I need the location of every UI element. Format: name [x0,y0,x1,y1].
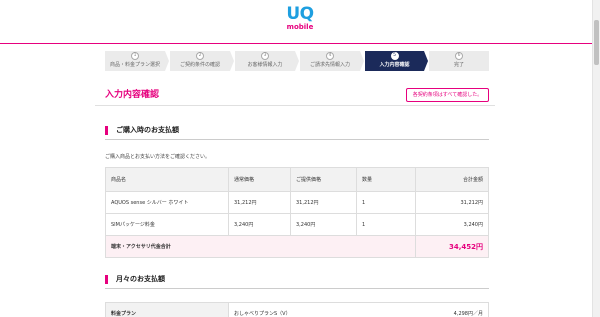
logo-uq-text: UQ [286,4,314,24]
step-label: お客様情報入力 [247,62,283,68]
step-number: 5 [390,52,399,60]
purchase-table: 商品名 通常価格 ご提供価格 数量 合計金額 AQUOS sense シルバー … [105,167,489,258]
column-header: ご提供価格 [290,167,357,192]
monthly-table: 料金プラン おしゃべりプランS（V） 4,298円／月 [105,302,489,317]
table-header-row: 商品名 通常価格 ご提供価格 数量 合計金額 [105,167,489,192]
step-number: 6 [455,52,463,60]
quantity: 1 [356,213,416,236]
step-2: 2 ご契約条件の確認 [170,51,230,71]
divider [95,105,495,106]
plan-label: 料金プラン [105,302,229,317]
total-label: 端末・アクセサリ代金合計 [105,235,416,258]
plan-name: おしゃべりプランS（V） [227,302,392,317]
page-title: 入力内容確認 [105,90,160,100]
step-label: ご請求先情報入力 [309,62,350,68]
product-name: AQUOS sense シルバー ホワイト [105,191,229,214]
step-arrow [295,51,299,71]
table-row: AQUOS sense シルバー ホワイト 31,212円 31,212円 1 … [105,191,489,214]
step-arrow [424,51,428,71]
row-total: 31,212円 [415,191,489,214]
step-4: 4 ご請求先情報入力 [300,51,360,71]
step-arrow [360,51,364,71]
regular-price: 31,212円 [228,191,291,214]
terms-confirmed-button[interactable]: 各契約条項はすべて確認した。 [406,88,489,102]
divider [105,139,489,140]
step-number: 2 [196,52,204,60]
vertical-scrollbar[interactable] [592,0,600,317]
step-label: 完了 [453,62,464,68]
divider [105,288,489,289]
step-number: 3 [261,52,269,60]
column-header: 商品名 [105,167,229,192]
table-row: 料金プラン おしゃべりプランS（V） 4,298円／月 [105,302,489,317]
purchase-section-title: ご購入時のお支払額 [105,126,179,135]
step-number: 4 [326,52,334,60]
column-header: 通常価格 [228,167,291,192]
step-6: 6 完了 [429,51,489,71]
plan-amount: 4,298円／月 [391,302,489,317]
column-header: 合計金額 [415,167,489,192]
progress-steps: 1 商品・料金プラン選択 2 ご契約条件の確認 3 お客様情報入力 4 ご請求先… [105,51,489,71]
purchase-note: ご購入商品とお支払い方法をご確認ください。 [105,154,211,160]
product-name: SIMパッケージ料金 [105,213,229,236]
step-3: 3 お客様情報入力 [235,51,295,71]
regular-price: 3,240円 [228,213,291,236]
total-row: 端末・アクセサリ代金合計 34,452円 [105,235,489,258]
total-amount: 34,452円 [415,235,489,258]
step-5-current: 5 入力内容確認 [365,51,424,71]
uq-mobile-logo[interactable]: UQ mobile [283,6,317,32]
step-arrow [230,51,234,71]
logo-mobile-text: mobile [286,23,314,31]
step-label: 商品・料金プラン選択 [109,62,160,68]
site-header: UQ mobile [0,0,600,44]
monthly-section-title: 月々のお支払額 [105,275,165,284]
offer-price: 31,212円 [290,191,357,214]
column-header: 数量 [356,167,416,192]
row-total: 3,240円 [415,213,489,236]
table-row: SIMパッケージ料金 3,240円 3,240円 1 3,240円 [105,213,489,236]
scrollbar-thumb[interactable] [594,20,599,65]
quantity: 1 [356,191,416,214]
offer-price: 3,240円 [290,213,357,236]
step-number: 1 [131,52,139,60]
step-arrow [165,51,169,71]
step-1: 1 商品・料金プラン選択 [105,51,165,71]
step-label: 入力内容確認 [379,62,410,68]
step-label: ご契約条件の確認 [179,62,220,68]
